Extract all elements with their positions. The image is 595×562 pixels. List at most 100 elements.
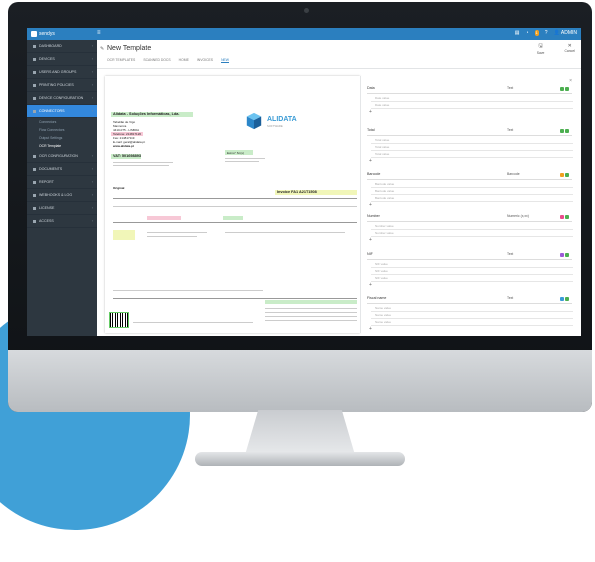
notification-badge[interactable]: 1 [534,30,539,36]
field-color-swatch[interactable] [560,253,564,257]
add-row-icon[interactable]: + [369,237,372,243]
field-type-select[interactable]: Numeric (x,xx) [507,214,529,218]
user-menu[interactable]: 👤 ADMIN [554,30,577,36]
field-toggle[interactable] [565,297,569,301]
breadcrumb-item[interactable]: SCANNED DOCS [143,58,170,63]
payment-highlight[interactable] [147,216,181,220]
field-value-input[interactable]: Barcode value [371,195,573,202]
field-color-swatch[interactable] [560,129,564,133]
date-highlight[interactable] [223,216,243,220]
add-row-icon[interactable]: + [369,326,372,332]
sidebar-item[interactable]: PRINTING POLICIES › [27,79,97,92]
users-icon [33,70,36,74]
sidebar-item[interactable]: OCR CONFIGURATION › [27,150,97,163]
field-label[interactable]: Data [367,86,375,90]
document-icon [33,167,36,171]
sidebar-item[interactable]: REPORT › [27,176,97,189]
sidebar-item[interactable]: DEVICES › [27,53,97,66]
hamburger-menu-icon[interactable]: ≡ [97,30,101,36]
field-toggle[interactable] [565,173,569,177]
sidebar-subitem[interactable]: OCR Template [27,142,97,150]
field-header: NIF Text [367,252,572,260]
bell-icon[interactable]: ◔ [525,30,528,36]
original-label: Original [113,186,125,190]
text-line [225,161,259,162]
camera-dot [304,8,309,13]
sidebar-item-label: CONNECTORS [39,109,65,113]
app-logo[interactable]: sendys [31,30,69,38]
field-value-input[interactable]: Date value [371,95,573,102]
field-value-input[interactable]: Name value [371,312,573,319]
field-toggle[interactable] [565,215,569,219]
field-value-input[interactable]: Name value [371,305,573,312]
field-type-select[interactable]: Text [507,86,513,90]
field-value-input[interactable]: NIF value [371,275,573,282]
field-value-input[interactable]: Total value [371,137,573,144]
field-value-input[interactable]: Barcode value [371,181,573,188]
field-color-swatch[interactable] [560,297,564,301]
field-label[interactable]: NIF [367,252,373,256]
add-row-icon[interactable]: + [369,109,372,115]
sidebar-item[interactable]: DASHBOARD › [27,40,97,53]
field-value-input[interactable]: NIF value [371,268,573,275]
breadcrumb-item[interactable]: INVOICES [197,58,213,63]
field-header: Total Text [367,128,572,136]
sidebar-subitem[interactable]: Output Settings [27,134,97,142]
breadcrumb-item[interactable]: NEW [221,58,229,63]
sidebar-item[interactable]: DEVICE CONFIGURATION › [27,92,97,105]
chevron-right-icon: › [91,154,93,158]
save-button[interactable]: 🖫 Save [537,43,545,55]
sidebar-item[interactable]: WEBHOOKS & LOG › [27,189,97,202]
breadcrumb-item[interactable]: HOME [179,58,189,63]
sidebar-item[interactable]: LICENSE › [27,202,97,215]
help-icon[interactable]: ? [545,30,548,36]
field-type-select[interactable]: Text [507,252,513,256]
text-line [265,320,357,321]
breadcrumb-item[interactable]: OCR TEMPLATES [107,58,135,63]
field-label[interactable]: Total [367,128,375,132]
sidebar-item[interactable]: CONNECTORS › [27,105,97,118]
field-value-input[interactable]: Barcode value [371,188,573,195]
field-value-input[interactable]: Number value [371,230,573,237]
field-value-input[interactable]: Date value [371,102,573,109]
field-type-select[interactable]: Barcode [507,172,520,176]
field-value-input[interactable]: NIF value [371,261,573,268]
total-highlight[interactable] [265,300,357,304]
add-row-icon[interactable]: + [369,282,372,288]
document-preview[interactable]: Alidata - Soluções Informáticas, Lda. Ta… [105,76,360,333]
field-type-select[interactable]: Text [507,296,513,300]
field-label[interactable]: Barcode [367,172,380,176]
sidebar-item[interactable]: ACCESS › [27,215,97,228]
chevron-right-icon: › [91,70,93,74]
sidebar-item[interactable]: USERS AND GROUPS › [27,66,97,79]
sidebar-item[interactable]: DOCUMENTS › [27,163,97,176]
add-row-icon[interactable]: + [369,202,372,208]
field-toggle[interactable] [565,87,569,91]
chevron-right-icon: › [91,219,93,223]
close-icon[interactable]: × [569,78,572,84]
ref-highlight[interactable] [113,230,135,240]
sidebar-subitem[interactable]: Flow Connectors [27,126,97,134]
cancel-button[interactable]: ✕ Cancel [564,43,575,55]
field-color-swatch[interactable] [560,173,564,177]
field-toggle[interactable] [565,253,569,257]
field-value-input[interactable]: Total value [371,151,573,158]
field-type-select[interactable]: Text [507,128,513,132]
field-color-swatch[interactable] [560,215,564,219]
field-label[interactable]: Number [367,214,380,218]
dashboard-icon [33,44,36,48]
barcode-image[interactable] [109,312,129,328]
text-line [113,290,263,291]
field-definition: Fiscal name Text Name value Name value Name … [367,296,573,336]
field-value-input[interactable]: Total value [371,144,573,151]
field-value-input[interactable]: Name value [371,319,573,326]
add-row-icon[interactable]: + [369,158,372,164]
field-color-swatch[interactable] [560,87,564,91]
field-label[interactable]: Fiscal name [367,296,386,300]
field-value-input[interactable]: Number value [371,223,573,230]
sidebar-subitem[interactable]: Connectors [27,118,97,126]
print-icon[interactable]: ▤ [515,30,520,36]
lock-icon [33,219,36,223]
field-toggle[interactable] [565,129,569,133]
pencil-icon: ✎ [100,46,105,52]
